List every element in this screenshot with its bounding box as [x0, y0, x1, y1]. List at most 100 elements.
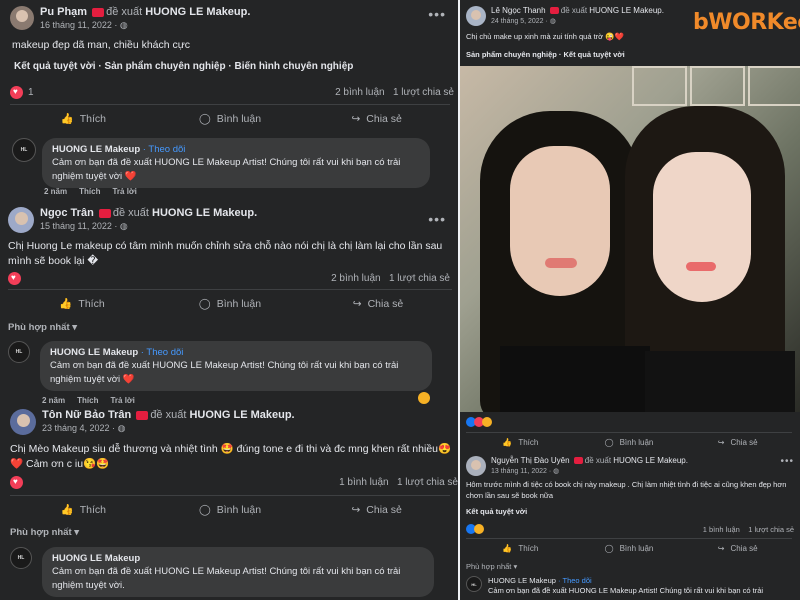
like-button[interactable]: 👍 Thích: [10, 496, 157, 523]
avatar[interactable]: [10, 409, 36, 435]
action-bar: 👍 Thích ◯ Bình luận ↪ Chia sẻ: [10, 104, 450, 132]
comment-count[interactable]: 1 bình luận: [339, 477, 389, 488]
reply-author[interactable]: HUONG LE Makeup: [52, 553, 140, 564]
reaction-count: 1: [28, 87, 34, 98]
post-stats: 1 bình luận 1 lượt chia sẻ: [339, 477, 458, 488]
author-name[interactable]: Tôn Nữ Bảo Trân: [42, 409, 131, 421]
follow-link[interactable]: · Theo dõi: [556, 576, 592, 585]
comment-button[interactable]: ◯ Bình luận: [575, 539, 684, 558]
reply-time[interactable]: 2 năm: [44, 187, 67, 196]
author-name[interactable]: Pu Phạm: [40, 6, 87, 18]
comment-count[interactable]: 2 bình luận: [331, 273, 381, 284]
comment-icon: ◯: [198, 503, 211, 516]
reactions[interactable]: [10, 476, 23, 489]
comment-button[interactable]: ◯ Bình luận: [157, 105, 304, 132]
review-post-5: Nguyễn Thị Đào Uyên đề xuất HUONG LE Mak…: [460, 452, 800, 600]
comment-label: Bình luận: [216, 503, 262, 516]
window-frame: [748, 66, 800, 106]
post-text: Chị Mèo Makeup siu dễ thương và nhiệt tì…: [10, 443, 452, 471]
share-button[interactable]: ↪ Chia sẻ: [303, 496, 450, 523]
post-header: Nguyễn Thị Đào Uyên đề xuất HUONG LE Mak…: [466, 456, 688, 476]
avatar[interactable]: [8, 207, 34, 233]
share-label: Chia sẻ: [366, 112, 402, 125]
page-avatar[interactable]: HL: [10, 547, 32, 569]
page-name[interactable]: HUONG LE Makeup.: [189, 409, 294, 421]
reactions[interactable]: [466, 417, 492, 427]
reactions[interactable]: [8, 272, 21, 285]
page-avatar[interactable]: HL: [12, 138, 36, 162]
review-post-1: Pu Phạm đề xuất HUONG LE Makeup. 16 thán…: [0, 0, 458, 201]
share-count[interactable]: 1 lượt chia sẻ: [397, 477, 458, 488]
reply-time[interactable]: 2 năm: [42, 396, 65, 405]
reactions[interactable]: [466, 524, 484, 534]
share-count[interactable]: 1 lượt chia sẻ: [748, 525, 794, 534]
globe-icon: ◍: [549, 18, 556, 25]
post-photo[interactable]: [460, 66, 800, 412]
comment-sort-dropdown[interactable]: Phù hợp nhất ▾: [466, 562, 517, 571]
share-count[interactable]: 1 lượt chia sẻ: [393, 87, 454, 98]
reply-like-link[interactable]: Thích: [77, 396, 98, 405]
author-name[interactable]: Lê Ngọc Thanh: [491, 6, 546, 15]
share-button[interactable]: ↪ Chia sẻ: [683, 433, 792, 452]
page-avatar[interactable]: HL: [466, 576, 482, 592]
more-options-icon[interactable]: •••: [780, 456, 794, 467]
page-name[interactable]: HUONG LE Makeup.: [589, 6, 664, 15]
page-name[interactable]: HUONG LE Makeup.: [613, 456, 688, 465]
reply-reply-link[interactable]: Trả lời: [110, 396, 134, 405]
reply-text: Cảm ơn bạn đã đề xuất HUONG LE Makeup Ar…: [52, 157, 401, 182]
recommend-icon: [573, 457, 583, 465]
like-button[interactable]: 👍 Thích: [8, 290, 156, 317]
avatar[interactable]: [466, 6, 486, 26]
share-icon: ↪: [351, 112, 361, 125]
comment-label: Bình luận: [619, 438, 654, 447]
like-label: Thích: [78, 297, 105, 310]
comment-count[interactable]: 2 bình luận: [335, 87, 385, 98]
author-name[interactable]: Ngọc Trân: [40, 207, 94, 219]
author-name[interactable]: Nguyễn Thị Đào Uyên: [491, 456, 570, 465]
recommend-icon: [98, 208, 111, 218]
reply-author[interactable]: HUONG LE Makeup: [50, 347, 138, 358]
comment-button[interactable]: ◯ Bình luận: [156, 290, 304, 317]
reply-like-link[interactable]: Thích: [79, 187, 100, 196]
share-button[interactable]: ↪ Chia sẻ: [304, 290, 452, 317]
recommend-icon: [549, 7, 559, 15]
more-options-icon[interactable]: •••: [428, 211, 446, 227]
page-name[interactable]: HUONG LE Makeup.: [145, 6, 250, 18]
reply-bubble: HUONG LE Makeup · Theo dõi Cảm ơn bạn đã…: [40, 341, 432, 391]
post-date[interactable]: 23 tháng 4, 2022 ·: [42, 423, 118, 433]
post-date[interactable]: 15 tháng 11, 2022 ·: [40, 221, 120, 231]
person-right-lips: [686, 262, 716, 271]
reply-reply-link[interactable]: Trả lời: [112, 187, 136, 196]
share-count[interactable]: 1 lượt chia sẻ: [389, 273, 450, 284]
comment-count[interactable]: 1 bình luận: [703, 525, 740, 534]
like-button[interactable]: 👍 Thích: [466, 433, 575, 452]
reactions[interactable]: 1: [10, 86, 34, 99]
comment-icon: ◯: [604, 544, 614, 553]
follow-link[interactable]: · Theo dõi: [138, 347, 184, 358]
more-options-icon[interactable]: •••: [428, 6, 446, 22]
page-avatar[interactable]: HL: [8, 341, 30, 363]
comment-sort-dropdown[interactable]: Phù hợp nhất ▾: [10, 527, 79, 538]
share-button[interactable]: ↪ Chia sẻ: [683, 539, 792, 558]
love-reaction-icon: [10, 476, 23, 489]
avatar[interactable]: [466, 456, 486, 476]
like-button[interactable]: 👍 Thích: [10, 105, 157, 132]
comment-button[interactable]: ◯ Bình luận: [575, 433, 684, 452]
thumbs-up-icon: 👍: [502, 544, 513, 553]
share-button[interactable]: ↪ Chia sẻ: [303, 105, 450, 132]
post-date[interactable]: 13 tháng 11, 2022 ·: [491, 468, 553, 475]
recommend-icon: [136, 410, 149, 420]
comment-button[interactable]: ◯ Bình luận: [157, 496, 304, 523]
post-date[interactable]: 16 tháng 11, 2022 ·: [40, 20, 120, 30]
reply-author[interactable]: HUONG LE Makeup: [52, 144, 140, 155]
like-button[interactable]: 👍 Thích: [466, 539, 575, 558]
page-name[interactable]: HUONG LE Makeup.: [152, 207, 257, 219]
post-text: Chị Huong Le makeup có tâm mình muốn chỉ…: [8, 240, 443, 268]
recommend-label: đề xuất: [150, 409, 187, 421]
reply-author[interactable]: HUONG LE Makeup: [488, 576, 556, 585]
comment-sort-dropdown[interactable]: Phù hợp nhất ▾: [8, 322, 77, 333]
avatar[interactable]: [10, 6, 34, 30]
post-date[interactable]: 24 tháng 5, 2022 ·: [491, 18, 550, 25]
window-frame: [690, 66, 745, 106]
follow-link[interactable]: · Theo dõi: [140, 144, 186, 155]
